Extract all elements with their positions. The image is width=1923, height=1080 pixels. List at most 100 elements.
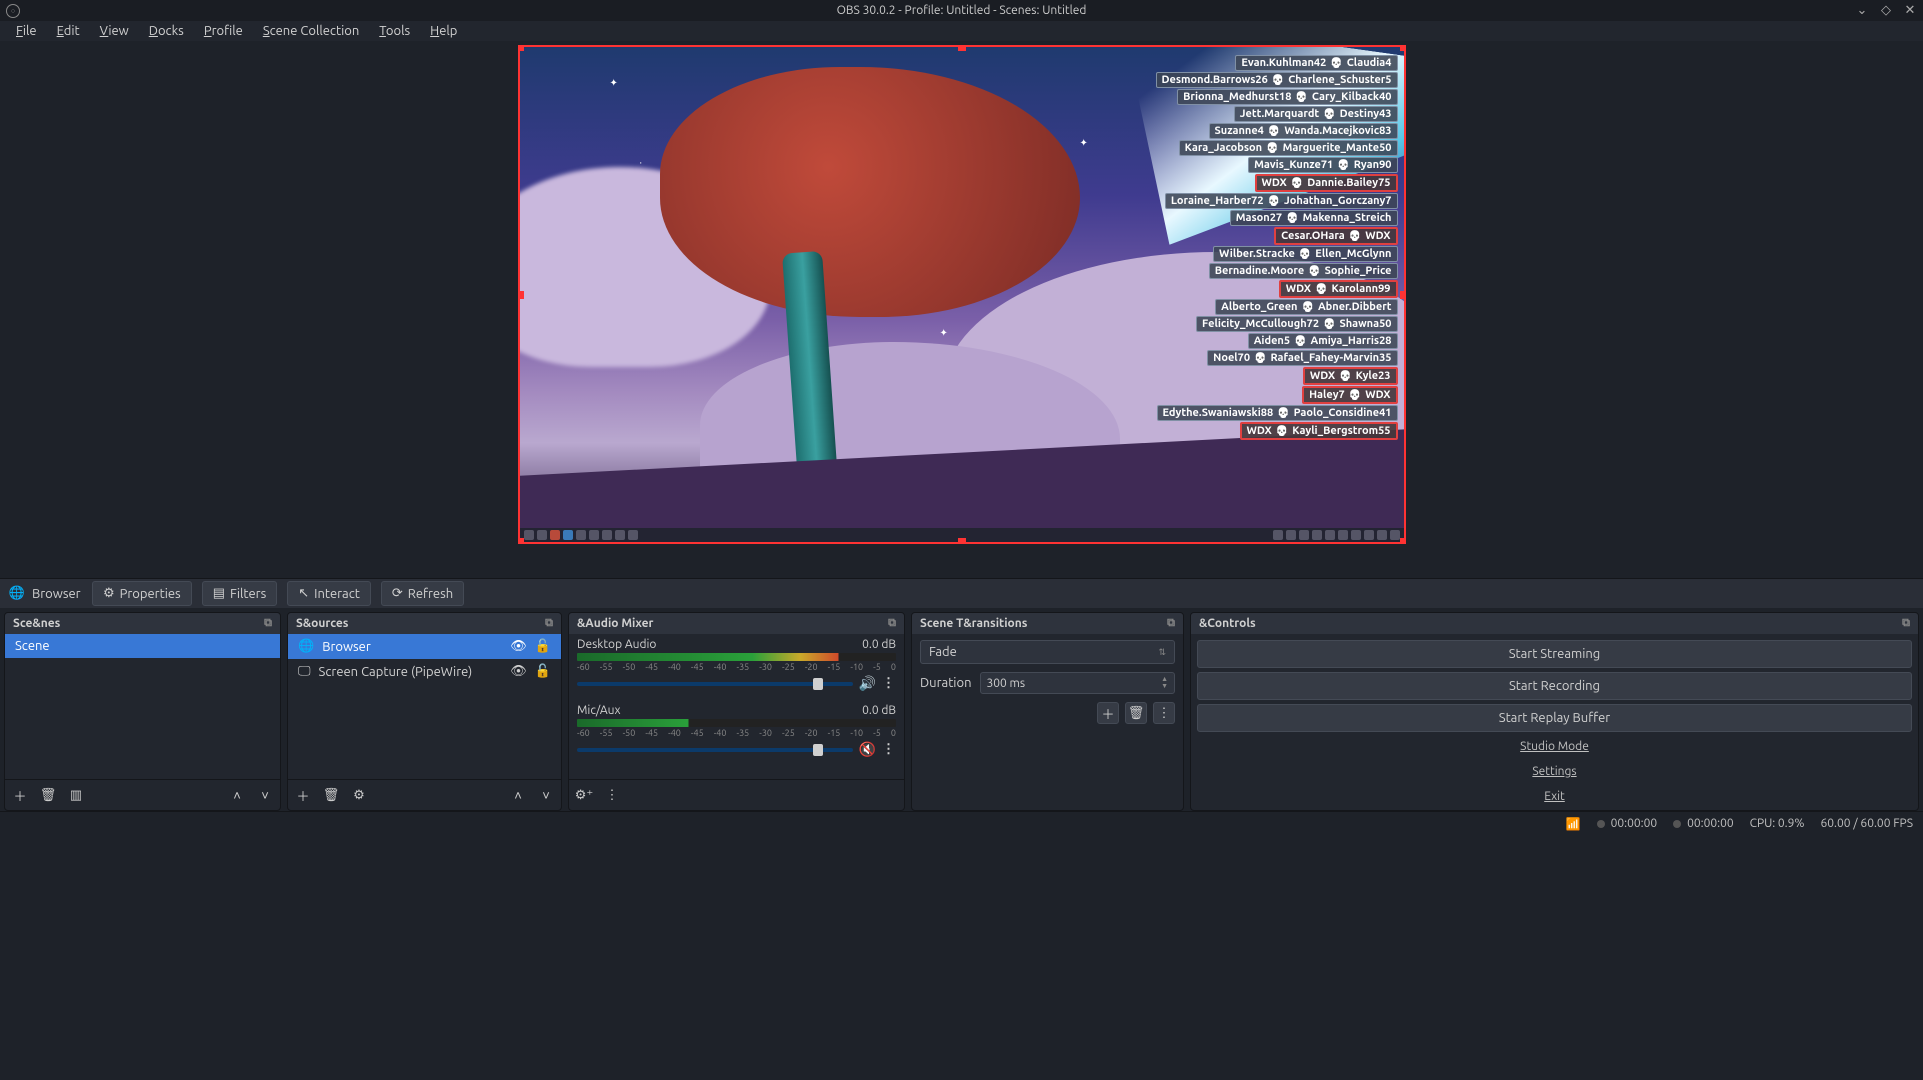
lock-icon[interactable]: 🔓 [535,664,551,679]
skull-icon: 💀 [1277,407,1289,419]
refresh-icon: ⟳ [392,586,403,601]
advanced-audio-button[interactable]: ⚙⁺ [573,784,595,806]
settings-link[interactable]: Settings [1197,761,1912,782]
menu-help[interactable]: Help [422,22,465,40]
sources-title: S&ources [296,617,348,630]
start-recording-button[interactable]: Start Recording [1197,672,1912,700]
killer-name: WDX [1247,425,1272,437]
kill-feed-row: Cesar.OHara💀WDX [1274,227,1397,245]
kill-feed-row: Kara_Jacobson💀Marguerite_Mante50 [1179,140,1398,156]
maximize-icon[interactable]: ◇ [1879,4,1893,18]
transitions-title: Scene T&ransitions [920,617,1027,630]
skull-icon: 💀 [1272,74,1284,86]
menu-view[interactable]: View [92,22,137,40]
skull-icon: 💀 [1330,57,1342,69]
kill-feed-row: Brionna_Medhurst18💀Cary_Kilback40 [1177,89,1397,105]
start-replay-buffer-button[interactable]: Start Replay Buffer [1197,704,1912,732]
scene-up-button[interactable]: ˄ [226,784,248,806]
transition-select[interactable]: Fade ⇅ [920,640,1175,664]
duration-spinner[interactable]: ▲▼ [980,672,1176,694]
victim-name: Johathan_Gorczany7 [1284,195,1391,207]
transition-properties-button[interactable]: ⋮ [1153,702,1175,724]
exit-link[interactable]: Exit [1197,786,1912,807]
docks-row: Sce&nes⧉ Scene ＋ 🗑 ▥ ˄ ˅ S&ources⧉ 🌐Brow… [0,608,1923,811]
menu-docks[interactable]: Docks [141,22,192,40]
channel-menu-button[interactable]: ⋮ [882,676,896,691]
menu-edit[interactable]: Edit [49,22,88,40]
source-down-button[interactable]: ˅ [535,784,557,806]
popout-icon[interactable]: ⧉ [1902,617,1910,630]
scene-filters-button[interactable]: ▥ [65,784,87,806]
preview-canvas[interactable]: ✦ · ✦ ✦ Evan.Kuhlman42💀Claudia4Desmond.B… [518,45,1406,544]
volume-slider[interactable] [577,748,853,752]
source-item[interactable]: 🌐Browser👁🔓 [288,634,561,659]
speaker-icon[interactable]: 🔊 [859,675,876,692]
scene-item[interactable]: Scene [5,634,280,658]
kill-feed-row: Bernadine.Moore💀Sophie_Price [1209,263,1398,279]
properties-button[interactable]: ⚙Properties [92,581,192,606]
menu-bar: FileEditViewDocksProfileScene Collection… [0,21,1923,41]
killer-name: Kara_Jacobson [1185,142,1262,154]
status-bar: 📶 00:00:00 00:00:00 CPU: 0.9% 60.00 / 60… [0,811,1923,835]
source-item[interactable]: 🖵Screen Capture (PipeWire)👁🔓 [288,659,561,684]
visibility-icon[interactable]: 👁 [510,639,527,654]
duration-input[interactable] [987,677,1162,690]
start-streaming-button[interactable]: Start Streaming [1197,640,1912,668]
source-properties-button[interactable]: ⚙ [348,784,370,806]
interact-button[interactable]: ↖Interact [287,581,371,606]
remove-source-button[interactable]: 🗑 [320,784,342,806]
remove-transition-button[interactable]: 🗑 [1125,702,1147,724]
scene-down-button[interactable]: ˅ [254,784,276,806]
close-icon[interactable]: ✕ [1903,4,1917,18]
kill-feed-row: Alberto_Green💀Abner.Dibbert [1215,299,1397,315]
popout-icon[interactable]: ⧉ [545,617,553,630]
filters-button[interactable]: ▤Filters [202,581,278,606]
popout-icon[interactable]: ⧉ [1167,617,1175,630]
refresh-button[interactable]: ⟳Refresh [381,581,464,606]
add-transition-button[interactable]: ＋ [1097,702,1119,724]
killer-name: Mason27 [1236,212,1282,224]
audio-meter [577,719,896,727]
spin-down-icon[interactable]: ▼ [1161,683,1168,690]
visibility-icon[interactable]: 👁 [510,664,527,679]
lock-icon[interactable]: 🔓 [535,639,551,654]
menu-file[interactable]: File [8,22,45,40]
killer-name: Suzanne4 [1215,125,1264,137]
kill-feed-row: Loraine_Harber72💀Johathan_Gorczany7 [1165,193,1398,209]
channel-name: Mic/Aux [577,704,621,717]
killer-name: Desmond.Barrows26 [1162,74,1268,86]
live-time: 00:00:00 [1611,817,1658,830]
skull-icon: 💀 [1349,230,1361,242]
killer-name: Edythe.Swaniawski88 [1163,407,1274,419]
menu-tools[interactable]: Tools [371,22,418,40]
minimize-icon[interactable]: ⌄ [1855,4,1869,18]
popout-icon[interactable]: ⧉ [888,617,896,630]
add-scene-button[interactable]: ＋ [9,784,31,806]
skull-icon: 💀 [1323,108,1335,120]
skull-icon: 💀 [1268,125,1280,137]
network-icon[interactable]: 📶 [1566,817,1581,831]
menu-scene-collection[interactable]: Scene Collection [255,22,367,40]
skull-icon: 💀 [1294,335,1306,347]
studio-mode-link[interactable]: Studio Mode [1197,736,1912,757]
remove-scene-button[interactable]: 🗑 [37,784,59,806]
killer-name: Evan.Kuhlman42 [1241,57,1326,69]
channel-menu-button[interactable]: ⋮ [882,742,896,757]
transitions-dock: Scene T&ransitions⧉ Fade ⇅ Duration ▲▼ ＋… [911,612,1184,811]
volume-slider[interactable] [577,682,853,686]
victim-name: Kyle23 [1356,370,1391,382]
menu-profile[interactable]: Profile [196,22,251,40]
scenes-title: Sce&nes [13,617,60,630]
source-up-button[interactable]: ˄ [507,784,529,806]
skull-icon: 💀 [1349,389,1361,401]
kill-feed-row: Evan.Kuhlman42💀Claudia4 [1235,55,1397,71]
mute-icon[interactable]: 🔇 [859,741,876,758]
popout-icon[interactable]: ⧉ [264,617,272,630]
mixer-menu-button[interactable]: ⋮ [601,784,623,806]
channel-name: Desktop Audio [577,638,656,651]
mixer-title: &Audio Mixer [577,617,653,630]
killer-name: Mavis_Kunze71 [1254,159,1333,171]
add-source-button[interactable]: ＋ [292,784,314,806]
source-label: Browser [322,640,371,654]
kill-feed-row: Jett.Marquardt💀Destiny43 [1234,106,1398,122]
